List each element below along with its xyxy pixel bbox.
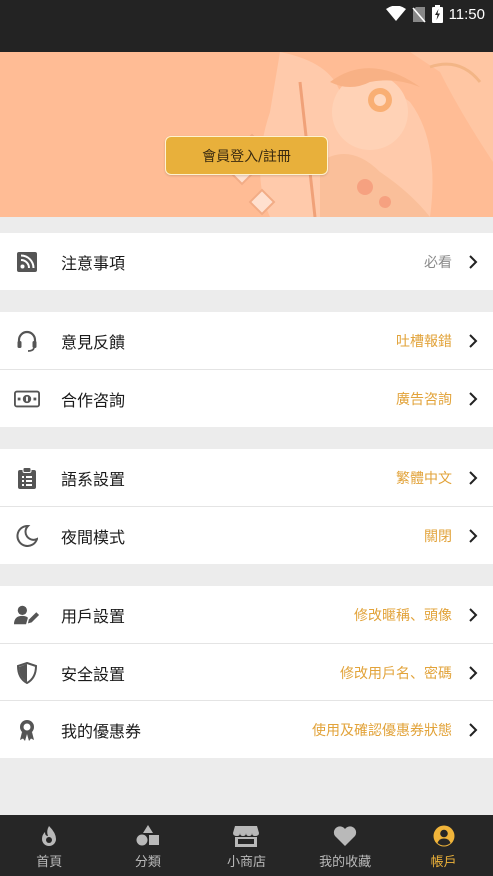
bottom-tab-bar: 首頁 分類 小商店 我的收藏 帳戶 — [0, 815, 493, 876]
tab-home[interactable]: 首頁 — [0, 815, 99, 876]
chevron-right-icon — [469, 665, 478, 680]
chevron-right-icon — [469, 333, 478, 348]
menu-item-value: 廣告咨詢 — [396, 391, 452, 408]
menu-item-value: 修改用戶名、密碼 — [340, 665, 452, 682]
menu-item-label: 合作咨詢 — [61, 390, 126, 410]
menu-item-value: 吐槽報錯 — [396, 333, 452, 350]
tab-label: 首頁 — [36, 855, 63, 870]
status-icons: 11:50 — [385, 4, 485, 24]
menu-item-value: 繁體中文 — [396, 470, 452, 487]
menu-item-coupons[interactable]: 我的優惠券 使用及確認優惠券狀態 — [0, 701, 493, 758]
menu-item-label: 意見反饋 — [61, 332, 126, 352]
menu-item-value: 使用及確認優惠券狀態 — [312, 722, 452, 739]
menu-item-label: 夜間模式 — [61, 527, 126, 547]
menu-item-feedback[interactable]: 意見反饋 吐槽報錯 — [0, 312, 493, 369]
chevron-right-icon — [469, 254, 478, 269]
wifi-icon — [385, 6, 406, 22]
menu-item-label: 注意事項 — [61, 253, 126, 273]
chevron-right-icon — [469, 528, 478, 543]
tab-favorites[interactable]: 我的收藏 — [296, 815, 395, 876]
profile-banner: 會員登入/註冊 — [0, 52, 493, 217]
award-icon — [14, 717, 40, 743]
chevron-right-icon — [469, 391, 478, 406]
user-edit-icon — [14, 602, 40, 628]
menu-item-cooperation[interactable]: 合作咨詢 廣告咨詢 — [0, 370, 493, 427]
menu-item-label: 我的優惠券 — [61, 721, 142, 741]
shield-icon — [14, 660, 40, 686]
tab-label: 分類 — [134, 855, 161, 870]
menu-item-notice[interactable]: 注意事項 必看 — [0, 233, 493, 290]
fire-icon — [36, 823, 62, 849]
chevron-right-icon — [469, 470, 478, 485]
chevron-right-icon — [469, 607, 478, 622]
tab-label: 我的收藏 — [319, 855, 372, 870]
clipboard-list-icon — [14, 465, 40, 491]
tab-account[interactable]: 帳戶 — [394, 815, 493, 876]
battery-charging-icon — [431, 5, 443, 23]
menu-item-user-settings[interactable]: 用戶設置 修改暱稱、頭像 — [0, 586, 493, 643]
tab-label: 小商店 — [226, 855, 266, 870]
menu-item-night-mode[interactable]: 夜間模式 關閉 — [0, 507, 493, 564]
status-time: 11:50 — [448, 5, 485, 23]
status-bar: 11:50 — [0, 0, 493, 52]
shapes-icon — [135, 823, 161, 849]
login-register-button[interactable]: 會員登入/註冊 — [165, 136, 328, 175]
rss-icon — [14, 249, 40, 275]
tab-store[interactable]: 小商店 — [197, 815, 296, 876]
no-sim-icon — [411, 6, 426, 23]
menu-item-value: 修改暱稱、頭像 — [354, 607, 452, 624]
chevron-right-icon — [469, 722, 478, 737]
store-icon — [233, 823, 260, 849]
menu-item-label: 用戶設置 — [61, 606, 126, 626]
moon-icon — [14, 523, 40, 549]
menu-item-language[interactable]: 語系設置 繁體中文 — [0, 449, 493, 506]
tab-label: 帳戶 — [430, 855, 457, 870]
banner-illustration — [228, 52, 493, 217]
headset-icon — [14, 328, 40, 354]
account-icon — [431, 823, 457, 849]
tab-categories[interactable]: 分類 — [99, 815, 198, 876]
menu-item-label: 語系設置 — [61, 469, 126, 489]
menu-item-value: 必看 — [424, 254, 452, 271]
menu-item-label: 安全設置 — [61, 664, 126, 684]
menu-item-value: 關閉 — [424, 528, 452, 545]
heart-icon — [332, 823, 358, 849]
menu-item-security[interactable]: 安全設置 修改用戶名、密碼 — [0, 644, 493, 701]
money-bill-icon — [14, 386, 40, 412]
